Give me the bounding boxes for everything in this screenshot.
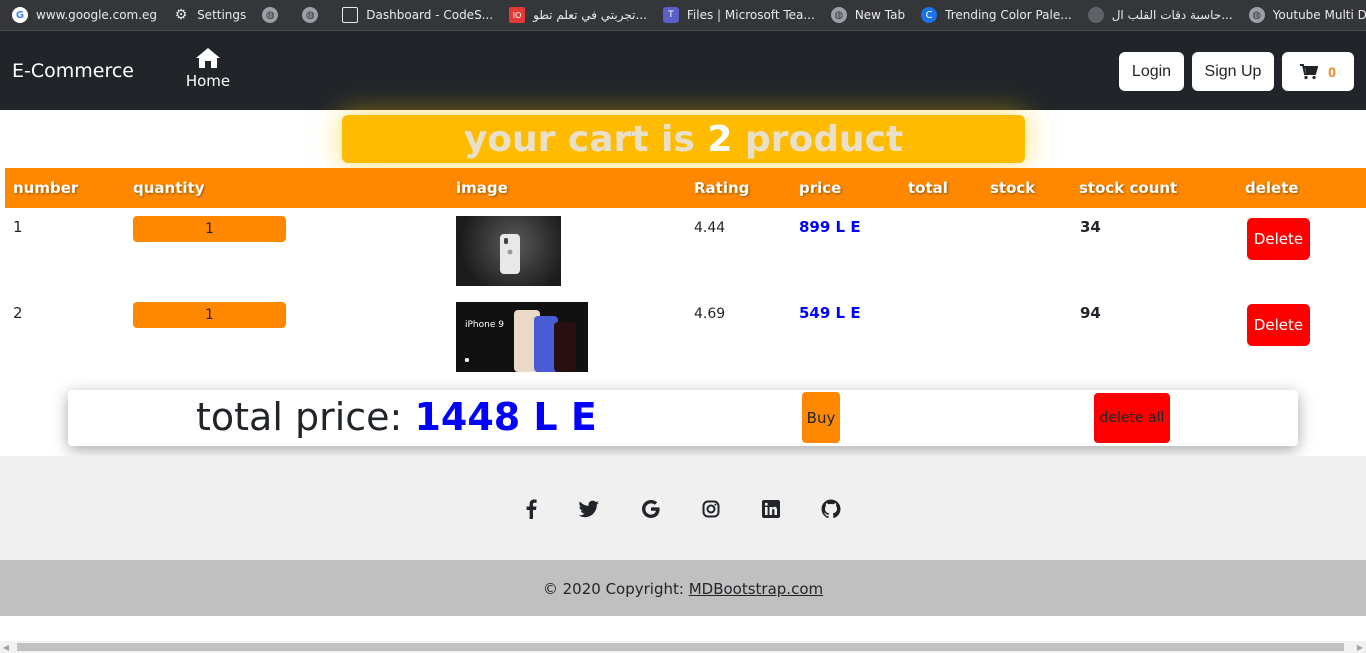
bookmark-label: Youtube Multi Dow... xyxy=(1272,8,1366,22)
bookmark-globe-2[interactable]: ◍ xyxy=(302,7,326,23)
google-icon: G xyxy=(12,7,28,23)
home-label: Home xyxy=(185,72,231,90)
product-image: iPhone 9 xyxy=(456,302,588,372)
footer-social-section xyxy=(0,456,1366,560)
product-image xyxy=(456,216,561,286)
copyright-text: © 2020 Copyright: xyxy=(542,580,689,598)
row-price: 899 L E xyxy=(799,218,861,236)
bookmark-label: www.google.com.eg xyxy=(36,8,158,22)
bookmark-globe-1[interactable]: ◍ xyxy=(262,7,286,23)
cart-table-header: number quantity image Rating price total… xyxy=(5,168,1366,208)
brand-logo[interactable]: E-Commerce xyxy=(12,60,134,82)
bookmark-color-palettes[interactable]: C Trending Color Pale... xyxy=(921,7,1072,23)
header-delete: delete xyxy=(1245,179,1299,197)
bookmark-teams[interactable]: T Files | Microsoft Tea... xyxy=(662,7,815,23)
globe-icon: ◍ xyxy=(262,7,279,23)
cart-button[interactable]: 0 xyxy=(1282,52,1354,91)
bookmark-dashboard[interactable]: Dashboard - CodeS... xyxy=(342,7,493,23)
horizontal-scrollbar[interactable]: ◀ ▶ xyxy=(0,641,1366,653)
bookmark-arabic-1[interactable]: IO تجربتي في تعلم تطو... xyxy=(509,7,647,23)
row-rating: 4.69 xyxy=(694,306,726,322)
phones-image-icon xyxy=(465,310,576,372)
banner-count: 2 xyxy=(707,119,733,160)
navbar: E-Commerce Home Login Sign Up 0 xyxy=(0,31,1366,110)
cart-summary-banner: your cart is 2 product xyxy=(342,115,1025,163)
linkedin-icon[interactable] xyxy=(760,498,782,520)
bookmark-google[interactable]: G www.google.com.eg xyxy=(12,7,157,23)
row-number: 1 xyxy=(13,218,23,236)
bookmark-label: Files | Microsoft Tea... xyxy=(686,8,815,22)
quantity-field[interactable]: 1 xyxy=(133,302,286,328)
login-button[interactable]: Login xyxy=(1119,52,1184,91)
product-image-text: iPhone 9 xyxy=(465,320,504,330)
total-price-amount: 1448 L E xyxy=(414,395,597,439)
bookmark-settings[interactable]: ⚙ Settings xyxy=(173,7,247,23)
phone-image-icon xyxy=(500,234,520,274)
delete-all-button[interactable]: delete all xyxy=(1094,393,1170,443)
row-stock-count: 94 xyxy=(1080,304,1101,322)
table-row: 2 1 iPhone 9 4.69 549 L E 94 Delete xyxy=(5,294,1366,380)
gear-icon: ⚙ xyxy=(174,7,188,23)
total-price-label: total price: xyxy=(196,395,415,439)
row-number: 2 xyxy=(13,304,23,322)
header-stock: stock xyxy=(990,179,1036,197)
facebook-icon[interactable] xyxy=(520,498,542,520)
row-rating: 4.44 xyxy=(694,220,726,236)
header-rating: Rating xyxy=(694,179,750,197)
globe-icon: ◍ xyxy=(302,7,319,23)
bookmarks-bar: G www.google.com.eg ⚙ Settings ◍ ◍ Dashb… xyxy=(0,0,1366,31)
bookmark-label: Settings xyxy=(197,8,247,22)
instagram-icon[interactable] xyxy=(700,498,722,520)
header-quantity: quantity xyxy=(133,179,205,197)
banner-prefix: your cart is xyxy=(463,119,708,160)
header-number: number xyxy=(13,179,79,197)
github-icon[interactable] xyxy=(820,498,842,520)
globe-icon: ◍ xyxy=(1248,7,1265,23)
cart-icon xyxy=(1300,63,1319,79)
bookmark-new-tab[interactable]: ◍ New Tab xyxy=(830,7,906,23)
copyright-link[interactable]: MDBootstrap.com xyxy=(689,580,823,598)
footer-copyright: © 2020 Copyright: MDBootstrap.com xyxy=(0,560,1366,616)
total-price-text: total price: 1448 L E xyxy=(196,395,597,439)
cart-count-badge: 0 xyxy=(1328,63,1336,80)
bookmark-label: Dashboard - CodeS... xyxy=(366,8,494,22)
row-stock-count: 34 xyxy=(1080,218,1101,236)
bookmark-label: حاسبة دقات القلب ال... xyxy=(1111,8,1233,22)
buy-button[interactable]: Buy xyxy=(802,392,840,443)
bookmark-label: تجربتي في تعلم تطو... xyxy=(533,8,647,22)
header-total: total xyxy=(908,179,948,197)
bookmark-label: Trending Color Pale... xyxy=(945,8,1072,22)
twitter-icon[interactable] xyxy=(578,498,600,520)
table-row: 1 1 4.44 899 L E 34 Delete xyxy=(5,208,1366,294)
bookmark-youtube-downloader[interactable]: ◍ Youtube Multi Dow... xyxy=(1248,7,1366,23)
site-icon: C xyxy=(921,7,938,23)
scroll-right-icon[interactable]: ▶ xyxy=(1354,641,1366,653)
delete-button[interactable]: Delete xyxy=(1247,304,1310,346)
google-icon[interactable] xyxy=(640,498,662,520)
home-icon xyxy=(196,48,220,68)
globe-icon: ◍ xyxy=(830,7,847,23)
signup-button[interactable]: Sign Up xyxy=(1192,52,1274,91)
site-icon xyxy=(1087,7,1104,23)
site-icon: IO xyxy=(509,7,526,23)
scroll-left-icon[interactable]: ◀ xyxy=(0,641,12,653)
header-image: image xyxy=(456,179,508,197)
scrollbar-thumb[interactable] xyxy=(17,643,1344,651)
header-price: price xyxy=(799,179,842,197)
quantity-field[interactable]: 1 xyxy=(133,216,286,242)
page-icon xyxy=(342,7,359,23)
header-stock-count: stock count xyxy=(1079,179,1178,197)
delete-button[interactable]: Delete xyxy=(1247,218,1310,260)
total-price-bar: total price: 1448 L E Buy delete all xyxy=(68,390,1298,446)
row-price: 549 L E xyxy=(799,304,861,322)
nav-home-link[interactable]: Home xyxy=(182,47,234,90)
bookmark-label: New Tab xyxy=(854,8,906,22)
teams-icon: T xyxy=(662,7,679,23)
bookmark-arabic-2[interactable]: حاسبة دقات القلب ال... xyxy=(1087,7,1233,23)
banner-suffix: product xyxy=(732,119,904,160)
